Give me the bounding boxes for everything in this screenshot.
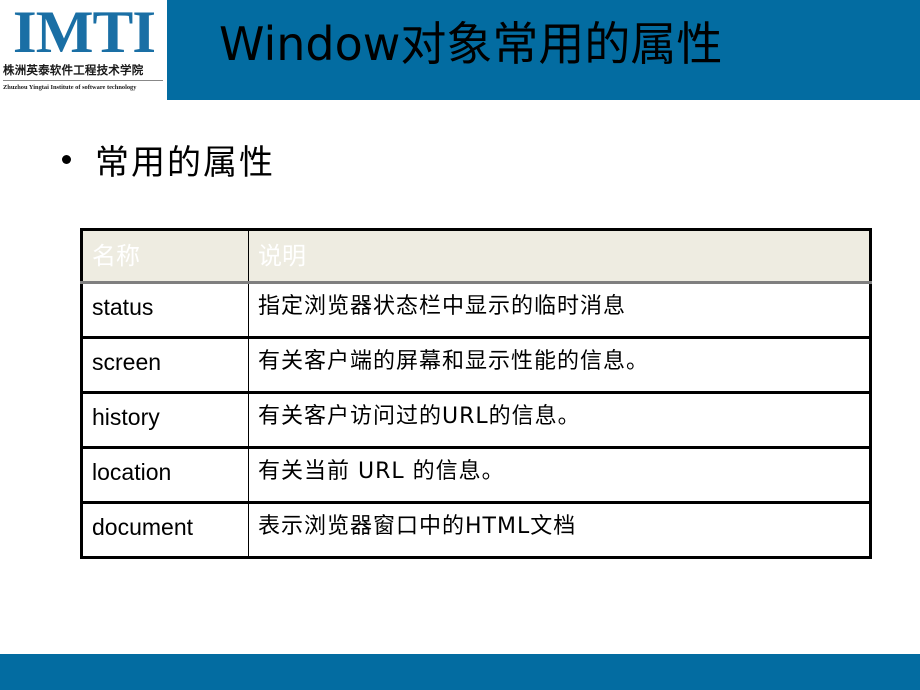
- table-row: history 有关客户访问过的URL的信息。: [81, 391, 871, 448]
- table-row: screen 有关客户端的屏幕和显示性能的信息。: [81, 336, 871, 393]
- logo-english-name: Zhuzhou Yingtai Institute of software te…: [3, 84, 137, 91]
- table-row: location 有关当前 URL 的信息。: [81, 446, 871, 503]
- logo-wordmark: IMTI: [12, 0, 156, 65]
- table-row: status 指定浏览器状态栏中显示的临时消息: [81, 282, 871, 338]
- logo-divider: [3, 80, 163, 81]
- property-name: location: [81, 446, 249, 503]
- institute-logo: IMTI 株洲英泰软件工程技术学院 Zhuzhou Yingtai Instit…: [0, 0, 167, 100]
- property-name: screen: [81, 336, 249, 393]
- table-row: document 表示浏览器窗口中的HTML文档: [81, 501, 871, 558]
- header-bar: Window对象常用的属性: [167, 0, 920, 100]
- property-description: 有关客户访问过的URL的信息。: [248, 391, 871, 448]
- property-description: 指定浏览器状态栏中显示的临时消息: [248, 282, 871, 338]
- bullet-item: 常用的属性: [62, 134, 275, 184]
- column-header-name: 名称: [81, 229, 249, 284]
- footer-bar: [0, 654, 920, 690]
- property-description: 表示浏览器窗口中的HTML文档: [248, 501, 871, 558]
- property-name: status: [81, 282, 249, 338]
- table-header-row: 名称 说明: [81, 229, 871, 284]
- property-name: document: [81, 501, 249, 558]
- bullet-icon: [62, 154, 71, 164]
- property-name: history: [81, 391, 249, 448]
- bullet-text: 常用的属性: [95, 142, 275, 183]
- property-description: 有关客户端的屏幕和显示性能的信息。: [248, 336, 871, 393]
- property-description: 有关当前 URL 的信息。: [248, 446, 871, 503]
- properties-table: 名称 说明 status 指定浏览器状态栏中显示的临时消息 screen 有关客…: [80, 228, 872, 559]
- logo-chinese-name: 株洲英泰软件工程技术学院: [3, 63, 144, 77]
- slide-title: Window对象常用的属性: [219, 17, 723, 71]
- column-header-description: 说明: [248, 229, 871, 284]
